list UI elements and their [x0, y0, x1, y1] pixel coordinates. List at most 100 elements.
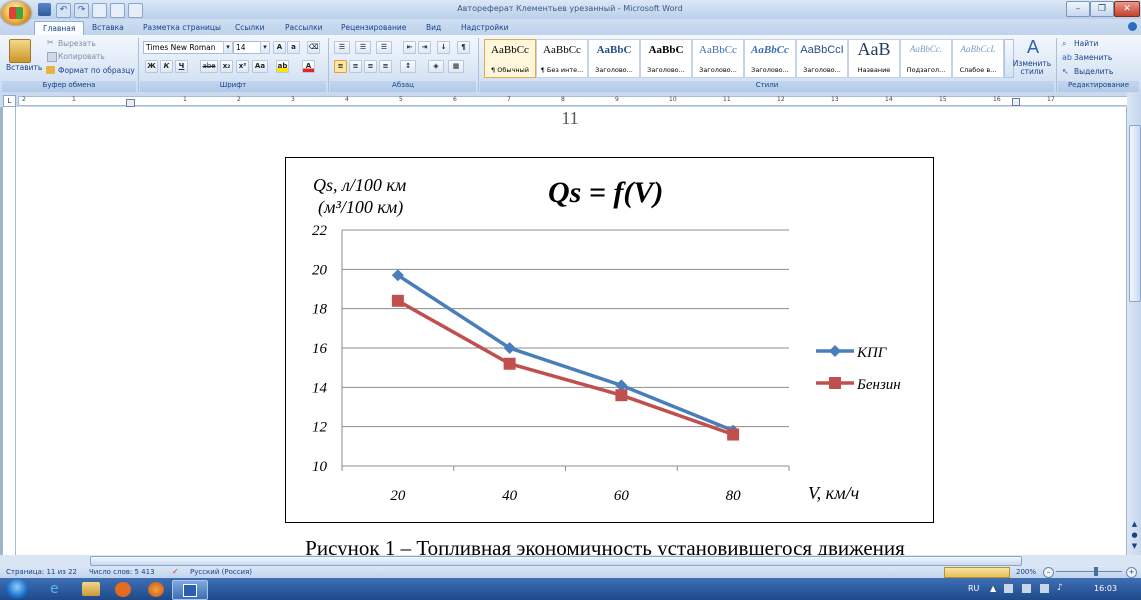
zoom-slider[interactable] — [1056, 571, 1122, 572]
align-left-icon[interactable]: ≡ — [334, 60, 347, 73]
vertical-ruler[interactable] — [3, 107, 16, 555]
borders-icon[interactable]: ▦ — [448, 60, 464, 73]
tab-review[interactable]: Рецензирование — [341, 21, 406, 35]
superscript-button[interactable]: x² — [236, 60, 249, 73]
decrease-indent-icon[interactable]: ⇤ — [403, 41, 416, 54]
close-button[interactable]: ✕ — [1114, 1, 1140, 17]
font-name-select[interactable]: Times New Roman — [143, 41, 227, 54]
taskbar-word-button[interactable] — [172, 580, 208, 600]
office-button[interactable] — [1, 1, 31, 25]
start-button[interactable] — [6, 579, 28, 599]
style-item[interactable]: AaBbCcI Заголово... — [796, 39, 848, 78]
change-styles-icon[interactable]: A — [1022, 38, 1044, 58]
style-item[interactable]: AaBbCc ¶ Без инте... — [536, 39, 588, 78]
line-spacing-icon[interactable]: ↕ — [400, 60, 416, 73]
tray-volume-icon[interactable]: ♪ — [1057, 583, 1063, 593]
font-size-select[interactable]: 14 — [233, 41, 263, 54]
align-right-icon[interactable]: ≡ — [364, 60, 377, 73]
style-item[interactable]: AaBbCc. Подзагол... — [900, 39, 952, 78]
chart[interactable]: 10 12 14 16 18 20 22 20 40 60 80 КПГ Бензин Qs, л/… — [285, 157, 934, 523]
increase-indent-icon[interactable]: ⇥ — [418, 41, 431, 54]
tray-expand-icon[interactable]: ▲ — [990, 584, 996, 593]
clear-format-icon[interactable]: ⌫ — [307, 41, 320, 54]
right-indent-marker[interactable] — [1012, 98, 1020, 106]
paste-icon[interactable] — [9, 39, 31, 63]
subscript-button[interactable]: x₂ — [220, 60, 233, 73]
help-icon[interactable] — [1128, 22, 1137, 31]
change-case-button[interactable]: Aa — [252, 60, 268, 73]
replace-button[interactable]: Заменить — [1074, 53, 1112, 62]
tab-page-layout[interactable]: Разметка страницы — [143, 21, 221, 35]
font-name-dropdown-icon[interactable]: ▾ — [223, 41, 233, 54]
status-word-count[interactable]: Число слов: 5 413 — [89, 568, 155, 576]
input-language[interactable]: RU — [968, 584, 979, 593]
cut-button[interactable]: Вырезать — [58, 39, 96, 48]
shrink-font-icon[interactable]: a — [287, 41, 300, 54]
highlight-icon[interactable]: ab — [276, 60, 289, 73]
tab-addins[interactable]: Надстройки — [461, 21, 509, 35]
view-buttons[interactable] — [944, 567, 1010, 578]
style-item[interactable]: AaBbC Заголово... — [640, 39, 692, 78]
strikethrough-button[interactable]: abe — [200, 60, 218, 73]
tab-mailings[interactable]: Рассылки — [285, 21, 323, 35]
tray-flag-icon[interactable] — [1004, 584, 1013, 593]
find-button[interactable]: Найти — [1074, 39, 1098, 48]
tab-selector[interactable]: L — [3, 95, 16, 107]
undo-icon[interactable]: ↶ — [56, 3, 71, 18]
minimize-button[interactable]: – — [1066, 1, 1090, 17]
zoom-in-icon[interactable]: + — [1126, 567, 1137, 578]
font-size-dropdown-icon[interactable]: ▾ — [260, 41, 270, 54]
numbering-icon[interactable]: ☰ — [355, 41, 371, 54]
tray-network-icon[interactable] — [1040, 584, 1049, 593]
style-item[interactable]: AaBbCc ¶ Обычный — [484, 39, 536, 78]
zoom-out-icon[interactable]: – — [1043, 567, 1054, 578]
tab-view[interactable]: Вид — [426, 21, 441, 35]
proofing-icon[interactable]: ✓ — [172, 567, 179, 576]
sort-icon[interactable]: ↓ — [437, 41, 450, 54]
zoom-level[interactable]: 200% — [1016, 568, 1036, 576]
bullets-icon[interactable]: ☰ — [334, 41, 350, 54]
multilevel-list-icon[interactable]: ☰ — [376, 41, 392, 54]
horizontal-scroll-thumb[interactable] — [90, 556, 1022, 566]
status-page[interactable]: Страница: 11 из 22 — [6, 568, 77, 576]
grow-font-icon[interactable]: A — [273, 41, 286, 54]
preview-icon[interactable] — [110, 3, 125, 18]
italic-button[interactable]: К — [160, 60, 173, 73]
ie-icon[interactable]: e — [50, 582, 66, 597]
prev-page-icon[interactable]: ▲ — [1130, 520, 1139, 528]
font-color-icon[interactable]: A — [302, 60, 315, 73]
firefox-icon[interactable] — [148, 582, 164, 597]
change-styles-button[interactable]: Изменить стили — [1012, 60, 1052, 76]
clock[interactable]: 16:03 — [1094, 584, 1117, 593]
status-language[interactable]: Русский (Россия) — [190, 568, 252, 576]
next-page-icon[interactable]: ▼ — [1130, 542, 1139, 550]
show-marks-icon[interactable]: ¶ — [457, 41, 470, 54]
style-item[interactable]: AaBbCc Заголово... — [744, 39, 796, 78]
tab-home[interactable]: Главная — [34, 21, 85, 36]
underline-button[interactable]: Ч — [175, 60, 188, 73]
format-painter-button[interactable]: Формат по образцу — [58, 66, 135, 75]
explorer-icon[interactable] — [82, 582, 100, 596]
save-icon[interactable] — [38, 3, 51, 16]
media-player-icon[interactable] — [115, 582, 131, 597]
tab-references[interactable]: Ссылки — [235, 21, 264, 35]
left-indent-marker[interactable] — [126, 99, 135, 107]
zoom-slider-thumb[interactable] — [1094, 567, 1098, 576]
maximize-button[interactable]: ❐ — [1090, 1, 1114, 17]
style-item[interactable]: AaBbCc Заголово... — [692, 39, 744, 78]
shading-icon[interactable]: ◈ — [428, 60, 444, 73]
tab-insert[interactable]: Вставка — [92, 21, 124, 35]
vertical-scroll-thumb[interactable] — [1129, 125, 1141, 302]
print-icon[interactable] — [92, 3, 107, 18]
align-center-icon[interactable]: ≡ — [349, 60, 362, 73]
select-button[interactable]: Выделить — [1074, 67, 1113, 76]
customize-qat-icon[interactable] — [128, 3, 143, 18]
bold-button[interactable]: Ж — [145, 60, 158, 73]
tray-device-icon[interactable] — [1022, 584, 1031, 593]
redo-icon[interactable]: ↷ — [74, 3, 89, 18]
justify-icon[interactable]: ≡ — [379, 60, 392, 73]
paste-button[interactable]: Вставить — [6, 63, 42, 72]
copy-button[interactable]: Копировать — [58, 52, 105, 61]
browse-object-icon[interactable]: ● — [1130, 531, 1139, 539]
style-item[interactable]: AaB Название — [848, 39, 900, 78]
